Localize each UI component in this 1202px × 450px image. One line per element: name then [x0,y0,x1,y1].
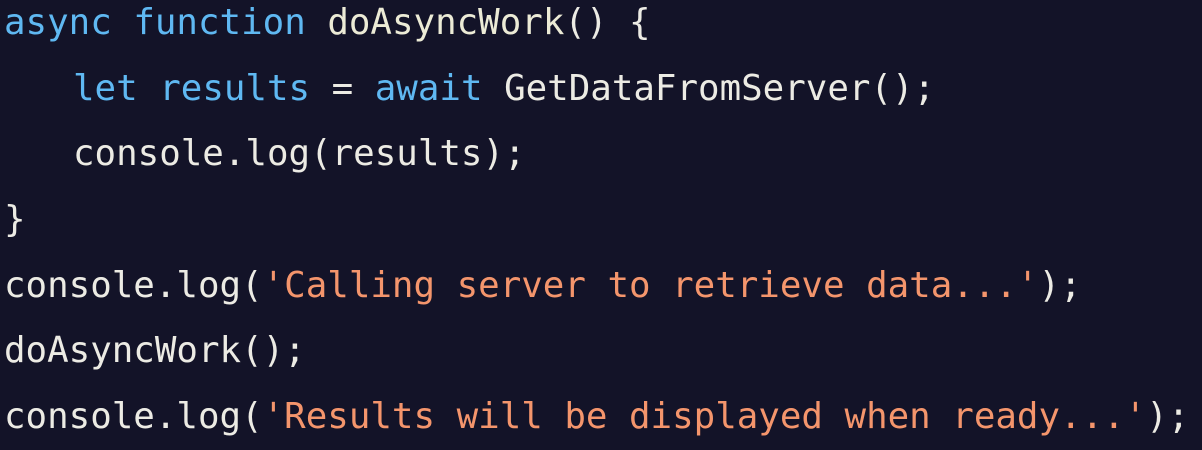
variable-results: results [159,67,311,109]
operator: = [310,67,375,109]
string-literal: 'Results will be displayed when ready...… [262,396,1147,438]
function-name: doAsyncWork [327,2,565,43]
keyword-async: async [4,2,112,43]
keyword-await: await [374,67,483,109]
keyword-let: let [73,67,138,109]
code-line-1: async function doAsyncWork() { [4,0,1189,56]
code-line-3: console.log(results); [4,121,1189,187]
code-text: console.log( [4,396,263,438]
code-text: doAsyncWork(); [4,330,306,372]
code-block: async function doAsyncWork() { let resul… [4,0,1189,450]
code-text: ); [1146,396,1190,438]
code-text: } [4,199,26,241]
code-text: () { [564,2,651,43]
code-line-6: doAsyncWork(); [4,318,1189,384]
code-line-2: let results = await GetDataFromServer(); [4,56,1189,122]
code-text: console.log(results); [73,133,526,175]
code-line-7: console.log('Results will be displayed w… [4,384,1189,450]
code-line-4: } [4,187,1189,253]
keyword-function: function [133,2,306,43]
code-text: ); [1038,264,1082,306]
code-text: GetDataFromServer(); [482,67,936,109]
code-line-5: console.log('Calling server to retrieve … [4,253,1189,319]
string-literal: 'Calling server to retrieve data...' [262,264,1039,306]
code-text: console.log( [4,264,263,306]
